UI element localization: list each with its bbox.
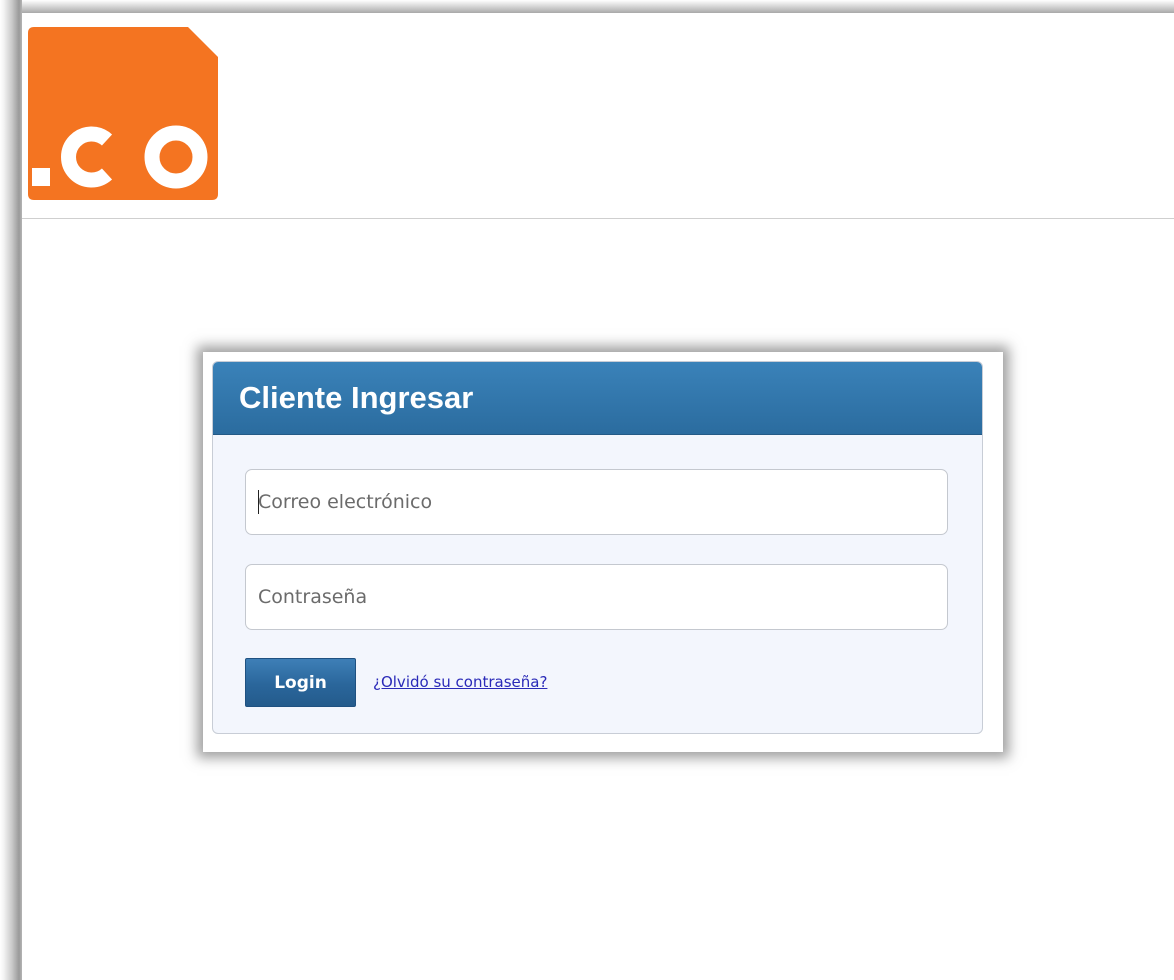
main-content: Cliente Ingresar Login ¿Olvidó su contra… — [22, 219, 1174, 980]
window-top-edge — [0, 0, 1174, 13]
dot-co-logo[interactable] — [28, 27, 218, 200]
browser-page: Cliente Ingresar Login ¿Olvidó su contra… — [0, 0, 1174, 980]
login-button[interactable]: Login — [245, 658, 356, 707]
login-panel: Cliente Ingresar Login ¿Olvidó su contra… — [212, 361, 983, 734]
window-left-edge — [0, 0, 22, 980]
login-panel-header: Cliente Ingresar — [213, 362, 982, 435]
login-title: Cliente Ingresar — [239, 380, 474, 415]
email-field[interactable] — [245, 469, 948, 535]
site-header — [22, 13, 1174, 219]
password-field[interactable] — [245, 564, 948, 630]
forgot-password-link[interactable]: ¿Olvidó su contraseña? — [373, 673, 547, 691]
text-cursor — [258, 490, 259, 514]
